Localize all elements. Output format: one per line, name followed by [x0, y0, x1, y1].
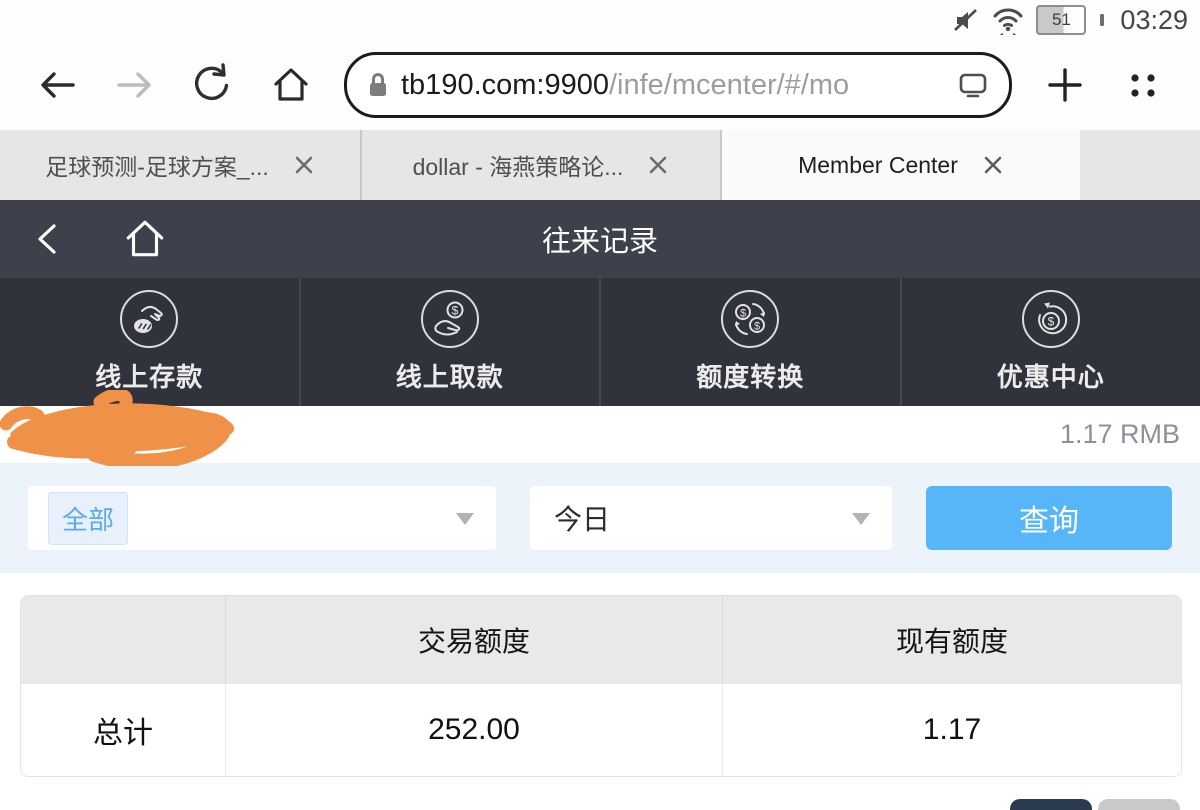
plus-icon — [1044, 64, 1086, 106]
home-icon — [269, 63, 313, 107]
transaction-amount: 252.00 — [226, 683, 723, 776]
wifi-icon — [992, 5, 1024, 35]
nav-label: 线上存款 — [95, 357, 203, 394]
total-label: 总计 — [21, 683, 226, 776]
tabs-menu-button[interactable] — [1120, 62, 1166, 108]
tab-dollar[interactable]: dollar - 海燕策略论... — [360, 130, 720, 200]
chevron-down-icon — [456, 513, 474, 525]
forward-arrow-icon — [113, 63, 157, 107]
nav-promo-button[interactable]: $ 优惠中心 — [900, 278, 1200, 406]
tab-title: dollar - 海燕策略论... — [413, 148, 624, 182]
header-cell-empty — [21, 596, 226, 683]
pagination-button-dark[interactable] — [1010, 799, 1092, 810]
reload-icon — [191, 63, 235, 107]
current-amount: 1.17 — [723, 683, 1181, 776]
battery-level: 51 — [1052, 10, 1071, 30]
search-button[interactable]: 查询 — [926, 486, 1172, 550]
nav-label: 额度转换 — [696, 357, 804, 394]
page-title: 往来记录 — [0, 218, 1200, 260]
svg-text:$: $ — [451, 304, 458, 318]
battery-nub — [1100, 14, 1104, 26]
tab-strip: 足球预测-足球方案_... dollar - 海燕策略论... Member C… — [0, 130, 1200, 200]
svg-text:$: $ — [740, 308, 746, 320]
nav-label: 优惠中心 — [997, 357, 1105, 394]
tab-football[interactable]: 足球预测-足球方案_... — [0, 130, 360, 200]
svg-text:$: $ — [1047, 315, 1054, 329]
deposit-icon — [120, 290, 178, 348]
url-path: /infe/mcenter/#/mo — [609, 69, 849, 101]
date-select[interactable]: 今日 — [530, 486, 892, 550]
filter-bar: 全部 今日 查询 — [0, 463, 1200, 573]
date-value: 今日 — [554, 498, 610, 538]
status-bar: 51 03:29 — [0, 0, 1200, 40]
balance-amount: 1.17 RMB — [1060, 419, 1180, 450]
nav-transfer-button[interactable]: $ $ 额度转换 — [599, 278, 900, 406]
tab-member-center[interactable]: Member Center — [720, 130, 1080, 200]
url-host: tb190.com:9900 — [401, 69, 609, 101]
type-select[interactable]: 全部 — [28, 486, 496, 550]
header-cell-current: 现有额度 — [723, 596, 1181, 683]
table-header-row: 交易额度 现有额度 — [21, 596, 1181, 683]
nav-label: 线上取款 — [396, 357, 504, 394]
pagination-button-gray[interactable] — [1098, 799, 1180, 810]
screen: 51 03:29 — [0, 0, 1200, 810]
desktop-site-icon — [957, 71, 989, 99]
back-arrow-icon — [35, 63, 79, 107]
transfer-icon: $ $ — [721, 290, 779, 348]
mute-icon — [952, 6, 980, 34]
nav-deposit-button[interactable]: 线上存款 — [0, 278, 299, 406]
back-button[interactable] — [34, 62, 80, 108]
account-row: 1.17 RMB — [0, 406, 1200, 463]
close-icon[interactable] — [982, 154, 1004, 176]
lock-icon — [367, 71, 389, 99]
summary-table: 交易额度 现有额度 总计 252.00 1.17 — [20, 595, 1182, 777]
page-header: 往来记录 — [0, 200, 1200, 278]
withdraw-icon: $ — [421, 290, 479, 348]
clock: 03:29 — [1120, 5, 1188, 36]
tab-title: 足球预测-足球方案_... — [45, 148, 269, 182]
tab-title: Member Center — [798, 152, 958, 179]
home-button[interactable] — [268, 62, 314, 108]
desktop-site-button[interactable] — [957, 71, 989, 99]
forward-button[interactable] — [112, 62, 158, 108]
close-icon[interactable] — [293, 154, 315, 176]
promo-icon: $ — [1022, 290, 1080, 348]
chevron-down-icon — [852, 513, 870, 525]
table-row: 总计 252.00 1.17 — [21, 683, 1181, 776]
url-text: tb190.com:9900/infe/mcenter/#/mo — [401, 69, 849, 102]
battery-indicator: 51 — [1036, 5, 1086, 35]
header-cell-transaction: 交易额度 — [226, 596, 723, 683]
menu-dots-icon — [1123, 65, 1163, 105]
svg-text:$: $ — [754, 321, 760, 333]
browser-toolbar: tb190.com:9900/infe/mcenter/#/mo — [0, 40, 1200, 130]
reload-button[interactable] — [190, 62, 236, 108]
new-tab-button[interactable] — [1042, 62, 1088, 108]
content-area: 交易额度 现有额度 总计 252.00 1.17 — [0, 573, 1200, 810]
url-bar[interactable]: tb190.com:9900/infe/mcenter/#/mo — [344, 52, 1012, 118]
nav-row: 线上存款 $ 线上取款 $ $ — [0, 278, 1200, 406]
nav-withdraw-button[interactable]: $ 线上取款 — [299, 278, 600, 406]
close-icon[interactable] — [647, 154, 669, 176]
type-chip: 全部 — [48, 492, 128, 545]
